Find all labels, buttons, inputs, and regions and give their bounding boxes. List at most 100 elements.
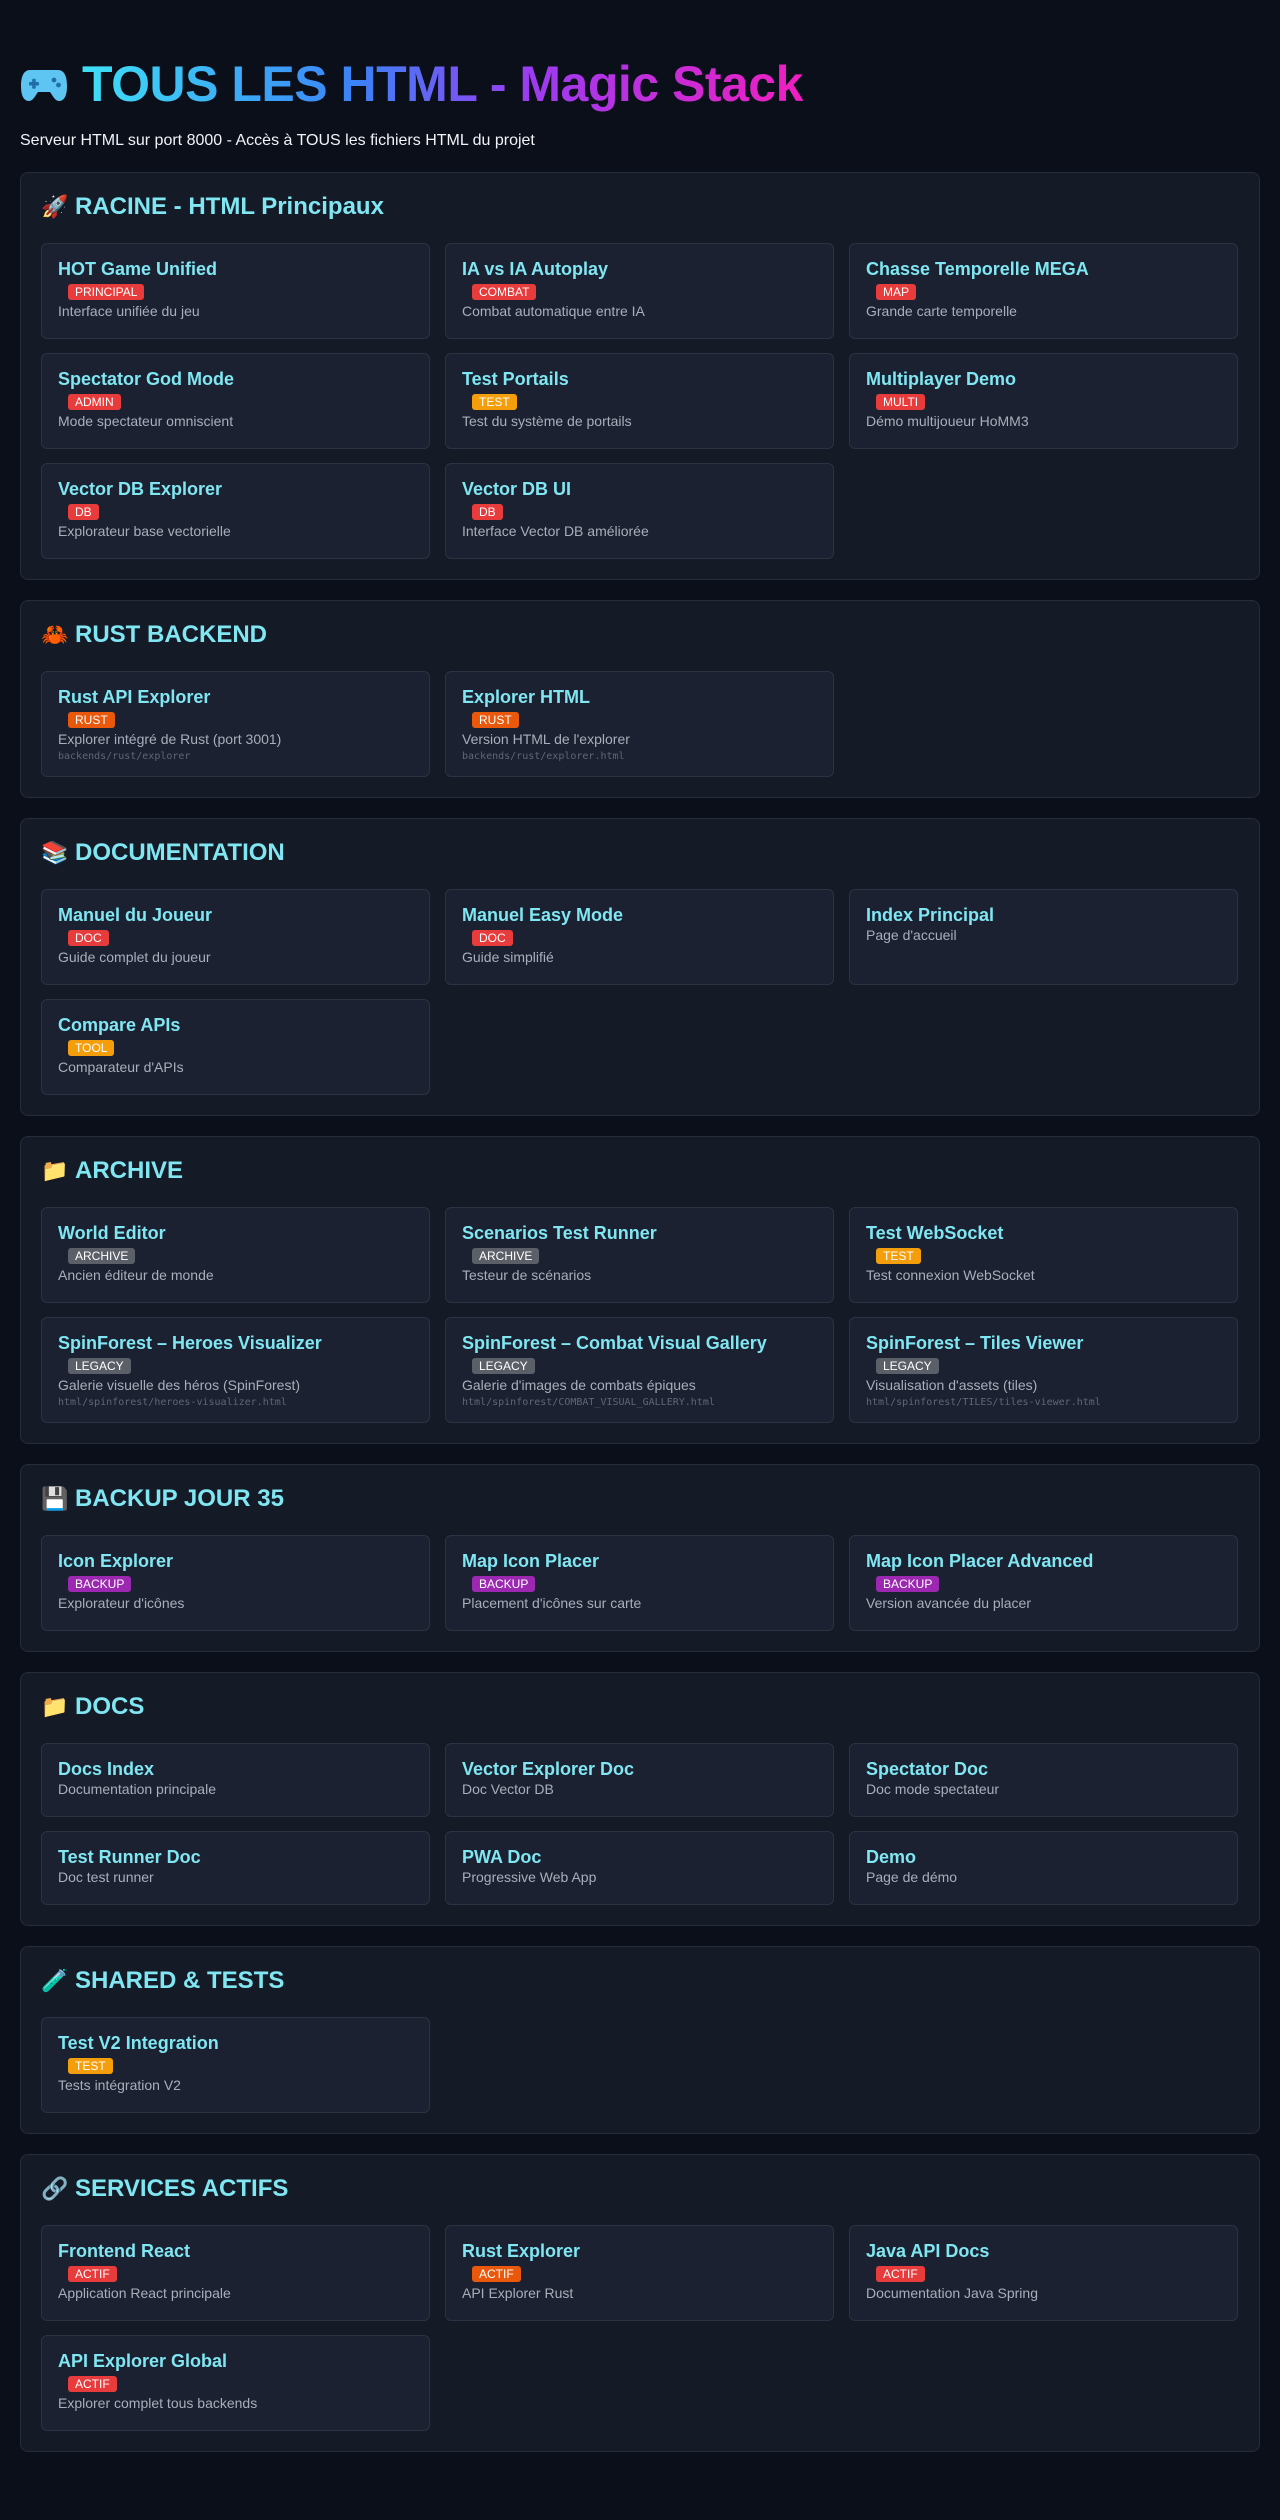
section-emoji-icon: 💾 <box>41 1486 69 1511</box>
html-file-card[interactable]: Multiplayer Demo MULTI Démo multijoueur Ho… <box>849 353 1238 449</box>
html-file-card[interactable]: Frontend React ACTIF Application React pri… <box>41 2225 430 2321</box>
html-file-card[interactable]: Manuel Easy Mode DOC Guide simplifié <box>445 889 834 985</box>
category-badge: ARCHIVE <box>472 1248 540 1264</box>
card-grid: World Editor ARCHIVE Ancien éditeur de mon… <box>41 1207 1239 1423</box>
card-title[interactable]: Chasse Temporelle MEGA <box>866 258 1221 280</box>
card-title[interactable]: Index Principal <box>866 904 1221 926</box>
card-title[interactable]: Demo <box>866 1846 1221 1868</box>
html-file-card[interactable]: Test WebSocket TEST Test connexion WebSock… <box>849 1207 1238 1303</box>
card-title[interactable]: Test WebSocket <box>866 1222 1221 1244</box>
category-badge: TEST <box>68 2058 113 2074</box>
card-title[interactable]: Test Portails <box>462 368 817 390</box>
category-badge: RUST <box>472 712 519 728</box>
card-title[interactable]: Vector DB UI <box>462 478 817 500</box>
html-file-card[interactable]: Test Runner Doc Doc test runner <box>41 1831 430 1905</box>
card-title[interactable]: API Explorer Global <box>58 2350 413 2372</box>
card-title[interactable]: Manuel du Joueur <box>58 904 413 926</box>
card-description: Galerie d'images de combats épiques <box>462 1377 696 1393</box>
html-file-card[interactable]: API Explorer Global ACTIF Explorer complet… <box>41 2335 430 2431</box>
section-title-text: DOCS <box>75 1693 145 1720</box>
html-file-card[interactable]: Explorer HTML RUST Version HTML de l'explo… <box>445 671 834 777</box>
card-title[interactable]: PWA Doc <box>462 1846 817 1868</box>
category-badge: ADMIN <box>68 394 121 410</box>
html-file-card[interactable]: Spectator Doc Doc mode spectateur <box>849 1743 1238 1817</box>
html-file-card[interactable]: Vector Explorer Doc Doc Vector DB <box>445 1743 834 1817</box>
html-file-card[interactable]: Icon Explorer BACKUP Explorateur d'icônes <box>41 1535 430 1631</box>
card-title[interactable]: Icon Explorer <box>58 1550 413 1572</box>
card-title[interactable]: Vector Explorer Doc <box>462 1758 817 1780</box>
card-description: Documentation Java Spring <box>866 2285 1038 2301</box>
html-file-card[interactable]: SpinForest – Tiles Viewer LEGACY Visualisa… <box>849 1317 1238 1423</box>
category-badge: BACKUP <box>876 1576 940 1592</box>
html-file-card[interactable]: Rust Explorer ACTIF API Explorer Rust <box>445 2225 834 2321</box>
card-title[interactable]: Spectator Doc <box>866 1758 1221 1780</box>
html-file-card[interactable]: World Editor ARCHIVE Ancien éditeur de mon… <box>41 1207 430 1303</box>
page: TOUS LES HTML - Magic Stack Serveur HTML… <box>0 0 1280 2452</box>
card-title[interactable]: Test Runner Doc <box>58 1846 413 1868</box>
category-badge: RUST <box>68 712 115 728</box>
card-title[interactable]: SpinForest – Heroes Visualizer <box>58 1332 413 1354</box>
html-file-card[interactable]: Vector DB Explorer DB Explorateur base vec… <box>41 463 430 559</box>
card-grid: Manuel du Joueur DOC Guide complet du joue… <box>41 889 1239 1095</box>
html-file-card[interactable]: Test Portails TEST Test du système de port… <box>445 353 834 449</box>
card-description: Ancien éditeur de monde <box>58 1267 214 1283</box>
card-description: API Explorer Rust <box>462 2285 574 2301</box>
section-emoji-icon: 📚 <box>41 840 69 865</box>
html-file-card[interactable]: Scenarios Test Runner ARCHIVE Testeur de s… <box>445 1207 834 1303</box>
card-title[interactable]: Frontend React <box>58 2240 413 2262</box>
card-title[interactable]: Test V2 Integration <box>58 2032 413 2054</box>
category-badge: ACTIF <box>472 2266 521 2282</box>
html-file-card[interactable]: SpinForest – Combat Visual Gallery LEGACY… <box>445 1317 834 1423</box>
card-title[interactable]: SpinForest – Combat Visual Gallery <box>462 1332 817 1354</box>
section-title: 📁 ARCHIVE <box>41 1155 1239 1187</box>
card-description: Explorer complet tous backends <box>58 2395 258 2411</box>
card-description: Test connexion WebSocket <box>866 1267 1035 1283</box>
card-title[interactable]: Rust API Explorer <box>58 686 413 708</box>
card-title[interactable]: Explorer HTML <box>462 686 817 708</box>
card-description: Guide simplifié <box>462 949 554 965</box>
html-file-card[interactable]: Test V2 Integration TEST Tests intégration… <box>41 2017 430 2113</box>
html-file-card[interactable]: Compare APIs TOOL Comparateur d'APIs <box>41 999 430 1095</box>
section-title: 🚀 RACINE - HTML Principaux <box>41 191 1239 223</box>
card-title[interactable]: SpinForest – Tiles Viewer <box>866 1332 1221 1354</box>
html-file-card[interactable]: Manuel du Joueur DOC Guide complet du joue… <box>41 889 430 985</box>
section-emoji-icon: 🧪 <box>41 1968 69 1993</box>
card-title[interactable]: Docs Index <box>58 1758 413 1780</box>
html-file-card[interactable]: Rust API Explorer RUST Explorer intégré de… <box>41 671 430 777</box>
card-title[interactable]: Java API Docs <box>866 2240 1221 2262</box>
card-title[interactable]: Scenarios Test Runner <box>462 1222 817 1244</box>
card-title[interactable]: IA vs IA Autoplay <box>462 258 817 280</box>
html-file-card[interactable]: HOT Game Unified PRINCIPAL Interface unifi… <box>41 243 430 339</box>
card-title[interactable]: Vector DB Explorer <box>58 478 413 500</box>
card-title[interactable]: Map Icon Placer Advanced <box>866 1550 1221 1572</box>
card-title[interactable]: Rust Explorer <box>462 2240 817 2262</box>
card-description: Progressive Web App <box>462 1869 597 1885</box>
html-file-card[interactable]: Map Icon Placer Advanced BACKUP Version av… <box>849 1535 1238 1631</box>
card-title[interactable]: HOT Game Unified <box>58 258 413 280</box>
card-title[interactable]: World Editor <box>58 1222 413 1244</box>
html-file-card[interactable]: IA vs IA Autoplay COMBAT Combat automatiqu… <box>445 243 834 339</box>
card-file-path: html/spinforest/COMBAT_VISUAL_GALLERY.ht… <box>462 1397 715 1408</box>
card-description: Comparateur d'APIs <box>58 1059 184 1075</box>
card-description: Doc mode spectateur <box>866 1781 1000 1797</box>
card-description: Page de démo <box>866 1869 958 1885</box>
card-title[interactable]: Multiplayer Demo <box>866 368 1221 390</box>
card-title[interactable]: Compare APIs <box>58 1014 413 1036</box>
html-file-card[interactable]: Chasse Temporelle MEGA MAP Grande carte te… <box>849 243 1238 339</box>
card-title[interactable]: Map Icon Placer <box>462 1550 817 1572</box>
card-description: Version avancée du placer <box>866 1595 1031 1611</box>
card-title[interactable]: Spectator God Mode <box>58 368 413 390</box>
html-file-card[interactable]: Docs Index Documentation principale <box>41 1743 430 1817</box>
html-file-card[interactable]: Vector DB UI DB Interface Vector DB amélio… <box>445 463 834 559</box>
category-badge: LEGACY <box>472 1358 535 1374</box>
gamepad-icon <box>21 70 67 101</box>
html-file-card[interactable]: Map Icon Placer BACKUP Placement d'icônes … <box>445 1535 834 1631</box>
html-file-card[interactable]: PWA Doc Progressive Web App <box>445 1831 834 1905</box>
html-file-card[interactable]: Index Principal Page d'accueil <box>849 889 1238 985</box>
html-file-card[interactable]: Java API Docs ACTIF Documentation Java Spr… <box>849 2225 1238 2321</box>
card-title[interactable]: Manuel Easy Mode <box>462 904 817 926</box>
section-title: 📚 DOCUMENTATION <box>41 837 1239 869</box>
html-file-card[interactable]: Demo Page de démo <box>849 1831 1238 1905</box>
html-file-card[interactable]: SpinForest – Heroes Visualizer LEGACY Gale… <box>41 1317 430 1423</box>
html-file-card[interactable]: Spectator God Mode ADMIN Mode spectateur o… <box>41 353 430 449</box>
